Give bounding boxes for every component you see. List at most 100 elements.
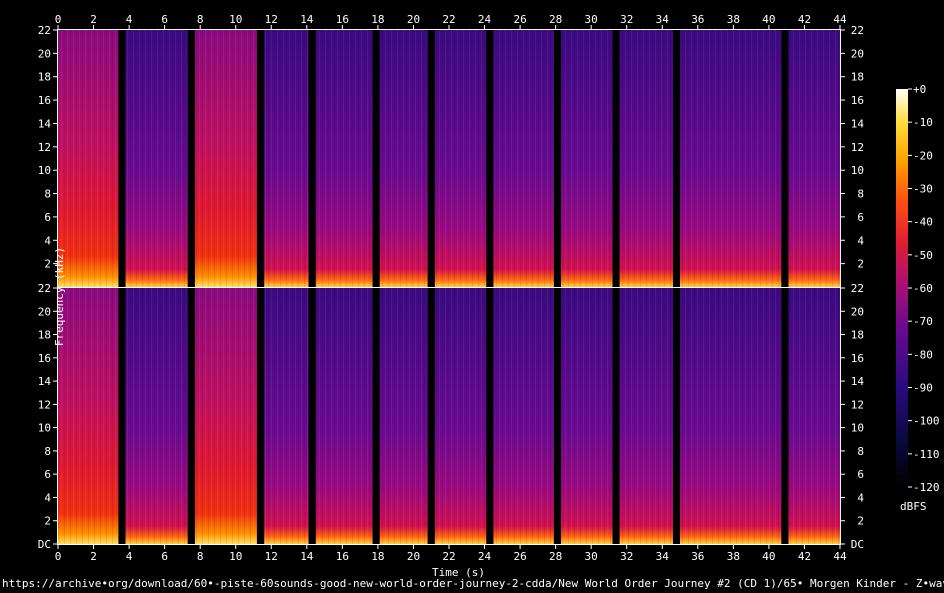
file-path-label: https://archive•org/download/60•-piste-6…: [2, 577, 944, 590]
segment-texture: [679, 30, 782, 287]
colorbar-tick-label: -60: [913, 282, 933, 295]
y-tick-label: 2: [857, 515, 864, 528]
x-tick-label: 26: [513, 13, 526, 26]
x-tick-label: 32: [620, 550, 633, 563]
segment-texture: [58, 30, 119, 287]
x-tick-label: 20: [407, 550, 420, 563]
segment-texture: [679, 288, 782, 544]
x-tick-label: 4: [126, 550, 133, 563]
y-tick-label: 12: [38, 141, 51, 154]
y-axis-label: Frequency (kHz): [53, 246, 67, 347]
y-tick-label: 18: [38, 329, 51, 342]
silence-gap: [427, 288, 435, 544]
x-tick-label: 26: [513, 550, 526, 563]
colorbar-tick-label: -10: [913, 116, 933, 129]
silence-gap: [308, 288, 316, 544]
silence-gap: [118, 288, 126, 544]
x-tick-label: 8: [197, 13, 204, 26]
x-tick-label: 0: [55, 550, 62, 563]
colorbar-tick-label: -120: [913, 481, 940, 494]
silence-gap: [118, 30, 126, 287]
x-tick-label: 16: [336, 13, 349, 26]
y-tick-label: 16: [38, 94, 51, 107]
x-tick-label: 8: [197, 550, 204, 563]
x-tick-label: 40: [762, 550, 775, 563]
y-tick-label: 16: [851, 94, 864, 107]
y-tick-label: 20: [38, 305, 51, 318]
y-tick-label: 14: [38, 117, 52, 130]
colorbar-tick-label: -30: [913, 183, 933, 196]
x-tick-label: 42: [798, 13, 811, 26]
y-tick-label: DC: [38, 538, 51, 551]
y-tick-label: 4: [44, 234, 51, 247]
colorbar-tick-label: -40: [913, 216, 933, 229]
y-tick-label: 6: [44, 468, 51, 481]
segment-texture: [194, 288, 258, 544]
x-tick-label: 10: [229, 550, 242, 563]
x-tick-label: 24: [478, 550, 492, 563]
segment-texture: [434, 30, 487, 287]
y-tick-label: 22: [38, 282, 51, 295]
y-tick-label: 18: [851, 71, 864, 84]
x-tick-label: 4: [126, 13, 133, 26]
silence-gap: [187, 30, 195, 287]
x-tick-label: 36: [691, 13, 704, 26]
y-tick-label: 20: [38, 47, 51, 60]
y-tick-label: 14: [851, 117, 865, 130]
segment-texture: [315, 288, 373, 544]
y-tick-label: 20: [851, 47, 864, 60]
x-tick-label: 12: [265, 13, 278, 26]
x-tick-label: 28: [549, 13, 562, 26]
x-tick-label: 36: [691, 550, 704, 563]
y-tick-label: 8: [857, 188, 864, 201]
y-tick-label: 2: [44, 515, 51, 528]
colorbar: [896, 89, 908, 487]
x-tick-label: 2: [90, 13, 97, 26]
y-tick-label: 14: [38, 375, 52, 388]
y-tick-label: 12: [851, 141, 864, 154]
y-tick-label: 4: [44, 491, 51, 504]
y-tick-label: 10: [851, 164, 864, 177]
y-tick-label: 22: [851, 282, 864, 295]
segment-texture: [315, 30, 373, 287]
x-tick-label: 30: [585, 13, 598, 26]
colorbar-tick-label: -110: [913, 448, 940, 461]
x-tick-label: 12: [265, 550, 278, 563]
silence-gap: [781, 30, 789, 287]
colorbar-tick-label: -50: [913, 249, 933, 262]
x-tick-label: 34: [656, 550, 670, 563]
y-tick-label: 14: [851, 375, 865, 388]
silence-gap: [612, 288, 620, 544]
colorbar-tick-label: -80: [913, 348, 933, 361]
segment-texture: [560, 30, 613, 287]
silence-gap: [372, 288, 380, 544]
colorbar-tick-label: -20: [913, 149, 933, 162]
segment-texture: [379, 288, 428, 544]
x-tick-label: 44: [833, 13, 847, 26]
silence-gap: [486, 30, 494, 287]
x-tick-label: 38: [727, 13, 740, 26]
x-tick-label: 22: [442, 550, 455, 563]
segment-texture: [125, 288, 188, 544]
x-tick-label: 14: [300, 550, 314, 563]
x-tick-label: 38: [727, 550, 740, 563]
segment-texture: [619, 30, 673, 287]
y-tick-label: 12: [38, 398, 51, 411]
x-tick-label: 2: [90, 550, 97, 563]
x-tick-label: 0: [55, 13, 62, 26]
segment-texture: [58, 288, 119, 544]
silence-gap: [553, 30, 561, 287]
y-tick-label: 16: [38, 352, 51, 365]
silence-gap: [612, 30, 620, 287]
y-tick-label: 8: [857, 445, 864, 458]
spectrogram-chart: 2 24 46 68 810 1012 1214 1416 1618 1820 2022 22DC DC…: [38, 13, 940, 563]
y-tick-label: 4: [857, 234, 864, 247]
silence-gap: [257, 288, 265, 544]
y-tick-label: 18: [38, 71, 51, 84]
colorbar-tick-label: -70: [913, 315, 933, 328]
x-tick-label: 42: [798, 550, 811, 563]
x-tick-label: 32: [620, 13, 633, 26]
x-tick-label: 28: [549, 550, 562, 563]
segment-texture: [434, 288, 487, 544]
y-tick-label: 18: [851, 329, 864, 342]
